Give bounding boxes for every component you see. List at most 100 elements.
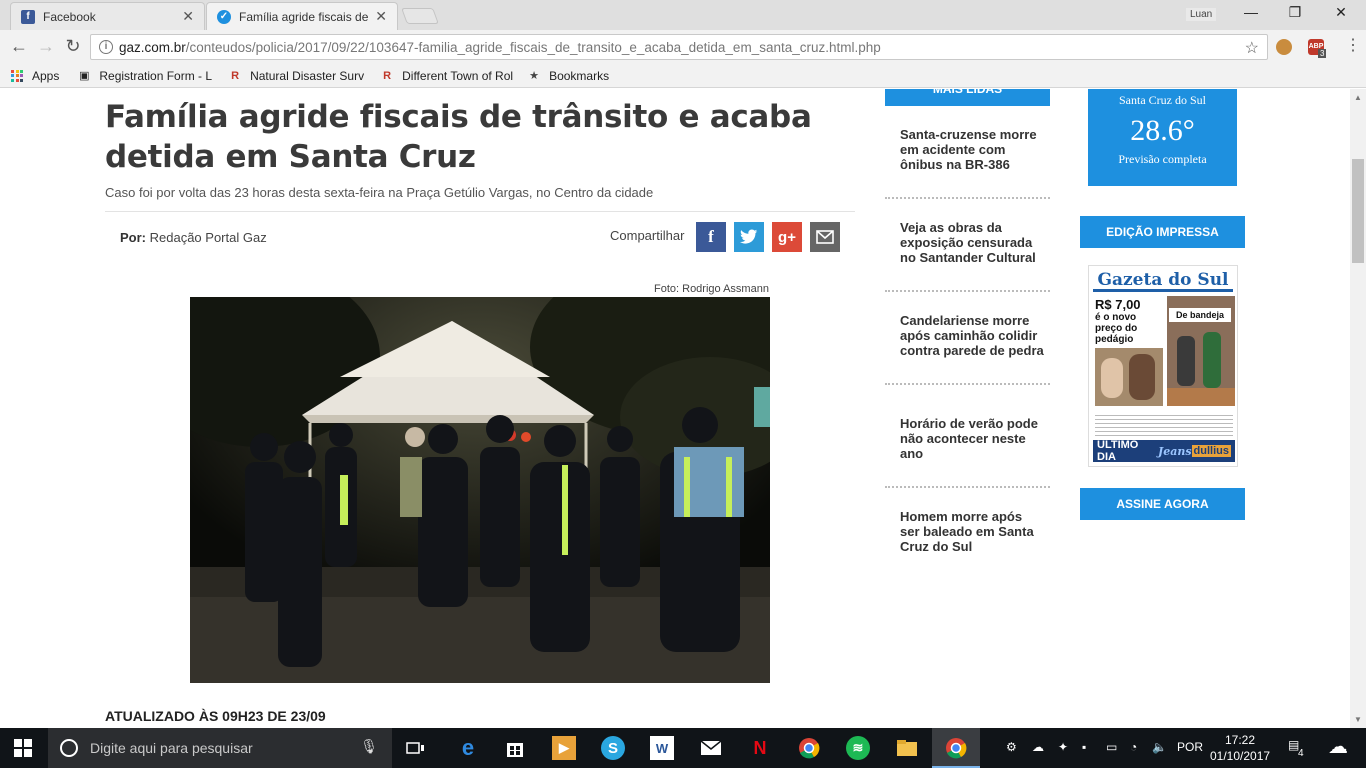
bookmark-apps[interactable]: Apps xyxy=(10,69,59,83)
back-icon[interactable]: ← xyxy=(8,37,30,55)
most-read-item[interactable]: Candelariense morre após caminhão colidi… xyxy=(900,313,1045,358)
scroll-thumb[interactable] xyxy=(1352,159,1364,263)
print-edition-header: EDIÇÃO IMPRESSA xyxy=(1080,216,1245,248)
windows-start-icon[interactable] xyxy=(14,739,32,757)
cover-ad-right: dullius xyxy=(1191,445,1231,457)
system-clock[interactable]: 17:22 01/10/2017 xyxy=(1210,732,1270,764)
photo-credit: Foto: Rodrigo Assmann xyxy=(654,283,769,295)
page-scrollbar[interactable]: ▲ ▼ xyxy=(1350,89,1366,728)
tab-article[interactable]: ✓ Família agride fiscais de t ✕ xyxy=(206,2,398,30)
bookmarks-bar: Apps ▣ Registration Form - L R Natural D… xyxy=(0,64,1366,88)
search-placeholder: Digite aqui para pesquisar xyxy=(90,740,253,756)
tab-title: Facebook xyxy=(43,9,96,24)
divider xyxy=(105,211,855,212)
adblock-count-badge: 3 xyxy=(1318,49,1327,58)
divider xyxy=(885,197,1050,199)
cover-story-headline: De bandeja xyxy=(1169,308,1231,322)
volume-icon[interactable]: 🔈 xyxy=(1152,740,1167,754)
netflix-icon[interactable]: N xyxy=(748,736,772,760)
store-icon[interactable] xyxy=(503,736,527,760)
word-icon[interactable]: W xyxy=(650,736,674,760)
author-name: Redação Portal Gaz xyxy=(149,230,267,245)
close-tab-icon[interactable]: ✕ xyxy=(182,8,194,25)
tray-app-icon[interactable]: ▪ xyxy=(1082,740,1086,754)
cover-masthead: Gazeta do Sul xyxy=(1093,270,1233,292)
share-email-button[interactable] xyxy=(810,222,840,252)
language-indicator[interactable]: POR xyxy=(1177,740,1203,754)
weather-widget[interactable]: Santa Cruz do Sul 28.6° Previsão complet… xyxy=(1088,89,1237,186)
most-read-header: MAIS LIDAS xyxy=(885,89,1050,106)
close-tab-icon[interactable]: ✕ xyxy=(375,8,387,25)
divider xyxy=(885,486,1050,488)
forward-icon[interactable]: → xyxy=(35,37,57,55)
chrome-active-icon[interactable] xyxy=(944,736,968,760)
chrome-icon[interactable] xyxy=(797,736,821,760)
browser-toolbar: ← → ↻ i gaz.com.br /conteudos/policia/20… xyxy=(0,30,1366,64)
spotify-icon[interactable]: ≋ xyxy=(846,736,870,760)
star-icon: ★ xyxy=(529,70,539,82)
skype-icon[interactable]: S xyxy=(601,736,625,760)
profile-button[interactable]: Luan xyxy=(1186,8,1217,21)
updated-timestamp: ATUALIZADO ÀS 09H23 DE 23/09 xyxy=(105,708,326,724)
share-twitter-button[interactable] xyxy=(734,222,764,252)
microphone-icon[interactable]: 🎙 xyxy=(360,738,378,755)
cover-ad-brand: Jeans xyxy=(1158,444,1192,458)
mail-icon[interactable] xyxy=(699,736,723,760)
menu-icon[interactable]: ⋮ xyxy=(1342,37,1364,55)
article-title: Família agride fiscais de trânsito e aca… xyxy=(105,99,812,175)
tab-facebook[interactable]: f Facebook ✕ xyxy=(10,2,205,30)
byline-prefix: Por: xyxy=(120,230,146,245)
steam-tray-icon[interactable]: ⚙ xyxy=(1006,740,1017,754)
cookie-extension-icon[interactable] xyxy=(1276,39,1292,55)
bookmark-star-icon[interactable]: ☆ xyxy=(1245,38,1259,58)
cover-price: R$ 7,00 xyxy=(1095,297,1141,312)
reload-icon[interactable]: ↻ xyxy=(62,37,84,55)
address-bar[interactable]: i gaz.com.br /conteudos/policia/2017/09/… xyxy=(90,34,1268,60)
bookmark-label: Registration Form - L xyxy=(99,68,213,83)
minimize-icon[interactable]: — xyxy=(1236,4,1266,20)
most-read-item[interactable]: Horário de verão pode não acontecer nest… xyxy=(900,416,1045,461)
cover-ad-left: ÚLTIMO DIA xyxy=(1097,439,1139,463)
share-facebook-button[interactable]: f xyxy=(696,222,726,252)
onedrive-tray-icon[interactable]: ☁ xyxy=(1032,740,1044,754)
bookmark-folder-bookmarks[interactable]: ★ Bookmarks xyxy=(527,69,609,83)
browser-tab-strip: f Facebook ✕ ✓ Família agride fiscais de… xyxy=(0,0,1366,30)
bookmark-registration-form[interactable]: ▣ Registration Form - L xyxy=(77,69,212,83)
envelope-icon xyxy=(816,230,834,244)
cover-basketball-photo: De bandeja xyxy=(1167,296,1235,406)
new-tab-button[interactable] xyxy=(401,8,439,24)
cortana-icon xyxy=(60,739,78,757)
article-subtitle: Caso foi por volta das 23 horas desta se… xyxy=(105,185,654,200)
wifi-icon[interactable]: ◔ xyxy=(1130,740,1137,754)
subscribe-button[interactable]: ASSINE AGORA xyxy=(1080,488,1245,520)
battery-icon[interactable]: ▭ xyxy=(1106,740,1117,754)
twitter-icon xyxy=(740,229,758,244)
bookmark-label: Apps xyxy=(32,68,60,83)
weather-temperature: 28.6° xyxy=(1130,114,1195,147)
weather-tray-icon[interactable]: ☁ xyxy=(1328,734,1348,759)
file-explorer-icon[interactable] xyxy=(895,736,919,760)
tray-app-icon[interactable]: ✦ xyxy=(1058,740,1068,754)
newspaper-cover[interactable]: Gazeta do Sul R$ 7,00 é o novo preço do … xyxy=(1088,265,1238,467)
edge-browser-icon[interactable]: e xyxy=(456,735,480,760)
most-read-item[interactable]: Santa-cruzense morre em acidente com ôni… xyxy=(900,127,1045,172)
info-icon[interactable]: i xyxy=(99,40,113,54)
media-player-icon[interactable]: ▶ xyxy=(552,736,576,760)
restore-icon[interactable]: ❐ xyxy=(1280,4,1310,21)
taskbar-search[interactable]: Digite aqui para pesquisar 🎙 xyxy=(48,728,392,768)
article-photo xyxy=(190,297,770,683)
bookmark-different-town[interactable]: R Different Town of Rol xyxy=(380,69,513,83)
apps-grid-icon xyxy=(10,69,24,83)
share-google-plus-button[interactable]: g+ xyxy=(772,222,802,252)
scroll-up-icon[interactable]: ▲ xyxy=(1354,93,1362,102)
weather-forecast-link[interactable]: Previsão completa xyxy=(1088,152,1237,167)
tab-title: Família agride fiscais de t xyxy=(239,9,370,24)
facebook-icon: f xyxy=(708,227,714,246)
close-window-icon[interactable]: ✕ xyxy=(1326,4,1356,21)
bookmark-label: Bookmarks xyxy=(549,68,610,83)
most-read-item[interactable]: Veja as obras da exposição censurada no … xyxy=(900,220,1045,265)
bookmark-natural-disaster[interactable]: R Natural Disaster Surv xyxy=(228,69,364,83)
scroll-down-icon[interactable]: ▼ xyxy=(1354,715,1362,724)
task-view-icon[interactable] xyxy=(404,736,428,760)
most-read-item[interactable]: Homem morre após ser baleado em Santa Cr… xyxy=(900,509,1045,554)
